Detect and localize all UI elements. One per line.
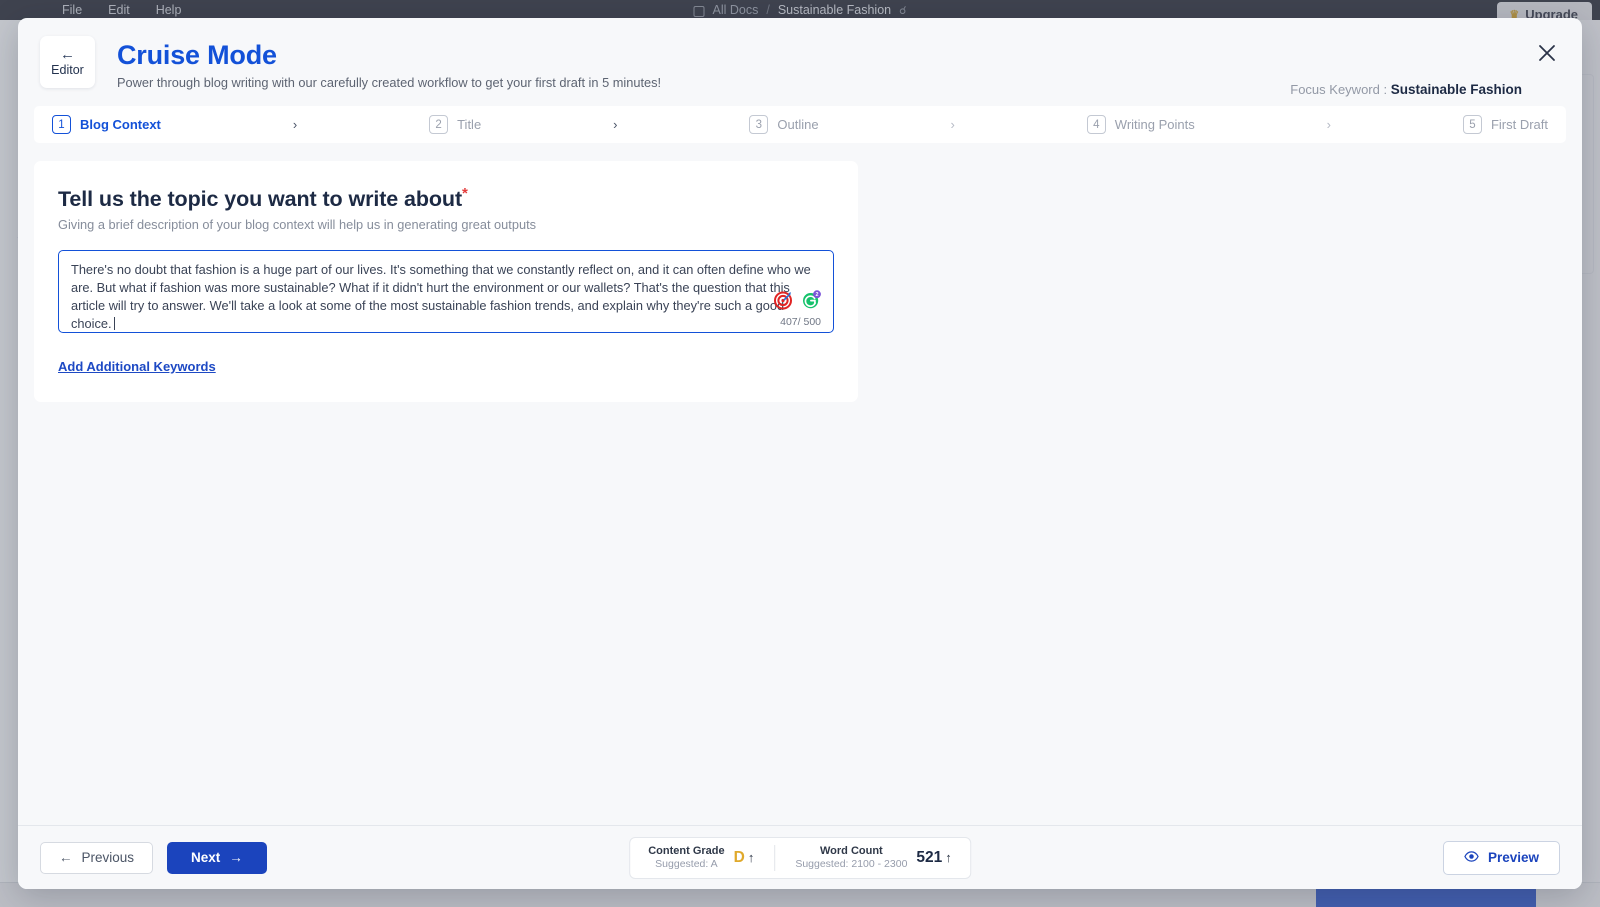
step-label: Title	[457, 117, 481, 132]
step-number: 4	[1087, 115, 1106, 134]
card-heading-text: Tell us the topic you want to write abou…	[58, 187, 462, 211]
arrow-left-icon: ←	[59, 850, 73, 865]
step-label: Writing Points	[1115, 117, 1195, 132]
step-label: Outline	[777, 117, 818, 132]
previous-label: Previous	[82, 850, 135, 865]
preview-button[interactable]: Preview	[1443, 841, 1560, 875]
add-additional-keywords-link[interactable]: Add Additional Keywords	[58, 359, 216, 374]
textarea-value: There's no doubt that fashion is a huge …	[71, 261, 821, 332]
step-outline[interactable]: 3 Outline	[749, 115, 818, 134]
target-icon[interactable]	[773, 290, 793, 310]
focus-keyword-label: Focus Keyword :	[1290, 82, 1387, 97]
step-separator: ›	[1195, 117, 1463, 132]
modal-header: ← Editor Cruise Mode Power through blog …	[18, 18, 1582, 96]
metric-label: Word Count	[795, 845, 907, 858]
previous-button[interactable]: ← Previous	[40, 842, 153, 874]
metric-label: Content Grade	[648, 845, 724, 858]
card-subheading: Giving a brief description of your blog …	[58, 217, 834, 232]
blog-context-card: Tell us the topic you want to write abou…	[34, 161, 858, 402]
text-caret	[114, 317, 115, 330]
metrics-bar: Content Grade Suggested: A D ↑ Word Coun…	[629, 837, 971, 879]
trend-up-icon: ↑	[748, 850, 755, 865]
close-icon[interactable]	[1534, 40, 1560, 66]
metric-word-count: Word Count Suggested: 2100 - 2300 521 ↑	[795, 845, 951, 871]
required-marker: *	[462, 185, 468, 202]
metric-value: 521	[916, 849, 942, 867]
metric-value-group: 521 ↑	[916, 849, 951, 867]
step-label: Blog Context	[80, 117, 161, 132]
step-writing-points[interactable]: 4 Writing Points	[1087, 115, 1195, 134]
step-blog-context[interactable]: 1 Blog Context	[52, 115, 161, 134]
back-to-editor-button[interactable]: ← Editor	[40, 36, 95, 88]
modal-footer: ← Previous Next → Content Grade Suggeste…	[18, 825, 1582, 889]
step-separator: ›	[481, 117, 749, 132]
page-subtitle: Power through blog writing with our care…	[117, 75, 661, 90]
focus-keyword: Focus Keyword : Sustainable Fashion	[1290, 82, 1522, 97]
page-title: Cruise Mode	[117, 39, 661, 71]
eye-icon	[1464, 850, 1479, 865]
textarea-icons: 2	[773, 290, 821, 310]
next-button[interactable]: Next →	[167, 842, 267, 874]
card-heading: Tell us the topic you want to write abou…	[58, 185, 834, 212]
step-number: 3	[749, 115, 768, 134]
modal-body: Tell us the topic you want to write abou…	[18, 143, 1582, 825]
preview-label: Preview	[1488, 850, 1539, 865]
step-number: 1	[52, 115, 71, 134]
step-separator: ›	[819, 117, 1087, 132]
wizard-stepper: 1 Blog Context › 2 Title › 3 Outline › 4…	[34, 106, 1566, 143]
step-label: First Draft	[1491, 117, 1548, 132]
arrow-right-icon: →	[229, 850, 243, 865]
focus-keyword-value: Sustainable Fashion	[1391, 82, 1522, 97]
metric-suggested: Suggested: 2100 - 2300	[795, 858, 907, 871]
svg-text:2: 2	[816, 292, 819, 298]
cruise-mode-modal: ← Editor Cruise Mode Power through blog …	[18, 18, 1582, 889]
metric-divider	[774, 845, 775, 871]
metric-suggested: Suggested: A	[648, 858, 724, 871]
title-block: Cruise Mode Power through blog writing w…	[117, 36, 661, 90]
trend-up-icon: ↑	[945, 850, 952, 865]
back-to-editor-label: Editor	[51, 63, 84, 77]
metric-content-grade: Content Grade Suggested: A D ↑	[648, 845, 754, 871]
arrow-left-icon: ←	[60, 48, 75, 62]
metric-value-group: D ↑	[734, 849, 755, 867]
metric-value: D	[734, 849, 745, 867]
step-number: 5	[1463, 115, 1482, 134]
step-first-draft[interactable]: 5 First Draft	[1463, 115, 1548, 134]
next-label: Next	[191, 850, 220, 865]
step-number: 2	[429, 115, 448, 134]
step-title[interactable]: 2 Title	[429, 115, 481, 134]
grammarly-icon[interactable]: 2	[801, 290, 821, 310]
step-separator: ›	[161, 117, 429, 132]
character-counter: 407/ 500	[780, 316, 821, 328]
blog-context-textarea[interactable]: There's no doubt that fashion is a huge …	[58, 250, 834, 333]
